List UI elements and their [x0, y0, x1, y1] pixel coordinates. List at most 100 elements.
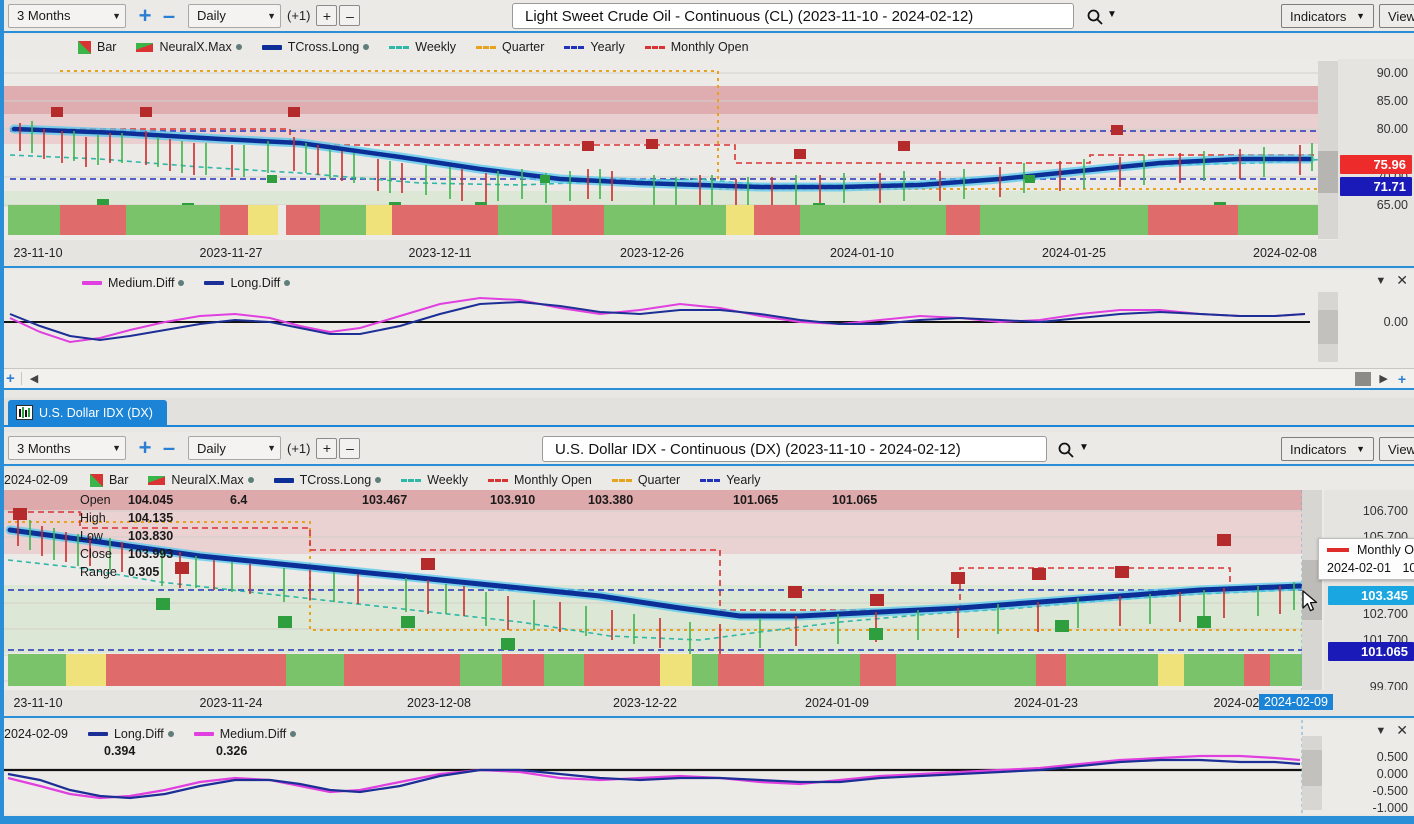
legend-label: Yearly: [590, 40, 625, 54]
legend-item-weekly[interactable]: Weekly: [389, 40, 456, 54]
chart1-canvas: [0, 59, 1338, 240]
legend-label: Bar: [108, 473, 129, 487]
legend-item-yearly[interactable]: Yearly: [700, 473, 761, 487]
chart1-price-pane[interactable]: 90.00 85.00 80.00 70.00 65.00 75.96 71.7…: [0, 59, 1414, 240]
legend-item-neuralx-max[interactable]: NeuralX.Max: [136, 40, 242, 54]
chart2-indicators-label: Indicators: [1290, 441, 1347, 457]
chart1-last-price-tag: 75.96: [1340, 155, 1412, 174]
chart2-range-select[interactable]: 3 Months ▼: [8, 436, 126, 460]
chart1-date-axis[interactable]: 23-11-10 2023-11-27 2023-12-11 2023-12-2…: [0, 240, 1414, 268]
chart2-symbol-field[interactable]: U.S. Dollar IDX - Continuous (DX) (2023-…: [542, 436, 1047, 462]
x-tick: 23-11-10: [13, 696, 63, 710]
indicator1-pane[interactable]: ▼ ✕ Medium.Diff Long.Diff 0.00: [0, 270, 1414, 368]
chart1-range-decrease-button[interactable]: –: [158, 4, 180, 27]
chevron-down-icon: ▼: [112, 443, 121, 453]
legend-label: TCross.Long: [299, 473, 372, 487]
chart2-view-button[interactable]: View: [1379, 437, 1414, 461]
chart1-indicators-button[interactable]: Indicators ▼: [1281, 4, 1374, 28]
ohlc-label: Close: [80, 547, 112, 561]
legend-value-yearly: 101.065: [832, 493, 878, 507]
x-tick: 2023-12-26: [620, 246, 684, 260]
legend-item-weekly[interactable]: Weekly: [401, 473, 468, 487]
chart2-interval-decrease-button[interactable]: –: [339, 437, 361, 459]
tab-us-dollar-idx[interactable]: U.S. Dollar IDX (DX): [8, 400, 167, 425]
chart2-cursor-date: 2024-02-09: [4, 473, 68, 487]
chart2-ohlc-readout: Open 104.045 High 104.135 Low 103.830 Close…: [80, 493, 173, 579]
indicator2-close-button[interactable]: ✕: [1396, 722, 1408, 739]
legend-item-quarter[interactable]: Quarter: [611, 473, 680, 487]
tooltip-line-swatch-icon: [1327, 548, 1349, 552]
chevron-down-icon: ▼: [1356, 444, 1365, 454]
legend-value-tcross: 103.467: [362, 493, 408, 507]
chart1-symbol-field[interactable]: Light Sweet Crude Oil - Continuous (CL) …: [512, 3, 1074, 29]
search-icon[interactable]: [1086, 8, 1104, 26]
x-tick: 2023-12-08: [407, 696, 471, 710]
chart2-range-increase-button[interactable]: +: [134, 437, 156, 459]
chart2-symbol-text: U.S. Dollar IDX - Continuous (DX) (2023-…: [555, 440, 961, 458]
legend-item-neuralx-max[interactable]: NeuralX.Max: [148, 473, 254, 487]
window-left-border: [0, 0, 4, 824]
ohlc-value: 104.135: [128, 511, 174, 525]
legend-value-neuralx: 6.4: [230, 493, 248, 507]
legend-status-dot: [235, 44, 242, 50]
tab-label: U.S. Dollar IDX (DX): [39, 405, 153, 420]
chart2-date-axis[interactable]: 23-11-10 2023-11-24 2023-12-08 2023-12-2…: [0, 690, 1414, 718]
chart1-scroll-thumb[interactable]: [1355, 371, 1372, 386]
legend-item-yearly[interactable]: Yearly: [564, 40, 625, 54]
y-tick: 90.00: [1376, 66, 1408, 80]
chart2-interval-increase-button[interactable]: +: [316, 437, 338, 459]
legend-item-monthly-open[interactable]: Monthly Open: [487, 473, 592, 487]
chart2-range-decrease-button[interactable]: –: [158, 437, 180, 459]
legend-item-monthly-open[interactable]: Monthly Open: [644, 40, 749, 54]
chart1-interval-decrease-button[interactable]: –: [339, 5, 361, 26]
chart1-symbol-text: Light Sweet Crude Oil - Continuous (CL) …: [525, 7, 974, 25]
chart2-interval-select[interactable]: Daily ▼: [188, 436, 281, 460]
chart1-interval-increase-button[interactable]: +: [316, 5, 338, 26]
chart1-interval-select[interactable]: Daily ▼: [188, 3, 281, 28]
legend-value-monthly-open: 103.380: [588, 493, 634, 507]
ohlc-value: 103.830: [128, 529, 174, 543]
bar-swatch-icon: [89, 473, 103, 487]
legend-item-tcross-long[interactable]: TCross.Long: [273, 473, 382, 487]
dash-swatch-icon: [389, 45, 410, 49]
chart2-price-axis[interactable]: 106.700 105.700 102.700 101.700 100.700 …: [1324, 490, 1414, 690]
legend-item-tcross-long[interactable]: TCross.Long: [261, 40, 370, 54]
search-icon[interactable]: [1057, 441, 1075, 459]
neuralx-swatch-icon: [136, 42, 154, 52]
legend-item-bar[interactable]: Bar: [78, 40, 116, 54]
indicator1-collapse-button[interactable]: ▼: [1375, 275, 1386, 287]
legend-label: Monthly Open: [670, 40, 749, 54]
chart1-view-button[interactable]: View: [1379, 4, 1414, 28]
indicator2-pane[interactable]: ▼ ✕ 2024-02-09 Long.Diff Medium.Diff 0.3…: [0, 720, 1414, 814]
indicator1-canvas: [0, 292, 1338, 362]
legend-label: NeuralX.Max: [171, 473, 244, 487]
tooltip-value: 10: [1402, 561, 1414, 575]
chart1-scroll-left-button[interactable]: ◀: [20, 372, 46, 385]
legend-label: Quarter: [502, 40, 545, 54]
dash-swatch-icon: [401, 478, 422, 482]
legend-item-bar[interactable]: Bar: [89, 473, 129, 487]
chart2-view-label: View: [1388, 441, 1414, 457]
chart2-last-price-tag: 103.345: [1328, 586, 1414, 605]
chart2-indicators-button[interactable]: Indicators ▼: [1281, 437, 1374, 461]
chart1-price-axis[interactable]: 90.00 85.00 80.00 70.00 65.00 75.96 71.7…: [1338, 59, 1414, 240]
chart1-scroll-expand-button[interactable]: +: [1398, 371, 1406, 387]
ohlc-label: Range: [80, 565, 117, 579]
chart1-search-dropdown-caret[interactable]: ▼: [1107, 9, 1117, 20]
x-tick: 2024-01-10: [830, 246, 894, 260]
chart2-search-dropdown-caret[interactable]: ▼: [1079, 442, 1089, 453]
chart1-scroll-right-button[interactable]: ▶: [1379, 372, 1387, 385]
chart2-price-pane[interactable]: 106.700 105.700 102.700 101.700 100.700 …: [0, 490, 1414, 690]
legend-label: TCross.Long: [287, 40, 360, 54]
legend-value-quarter: 101.065: [733, 493, 779, 507]
indicator2-collapse-button[interactable]: ▼: [1375, 725, 1386, 737]
chart1-range-select[interactable]: 3 Months ▼: [8, 3, 126, 28]
indicator1-close-button[interactable]: ✕: [1396, 272, 1408, 289]
ohlc-label: High: [80, 511, 106, 525]
chart1-range-increase-button[interactable]: +: [134, 4, 156, 27]
chart2-toolbar: 3 Months ▼ + – Daily ▼ (+1) + – U.S. Dol…: [0, 432, 1414, 466]
legend-item-quarter[interactable]: Quarter: [476, 40, 544, 54]
chart1-horizontal-scrollbar[interactable]: + ◀ ▶ +: [0, 368, 1414, 390]
series-tooltip: Monthly O 2024-02-01 10: [1318, 538, 1414, 580]
chart1-plus-one-label: (+1): [287, 8, 311, 23]
